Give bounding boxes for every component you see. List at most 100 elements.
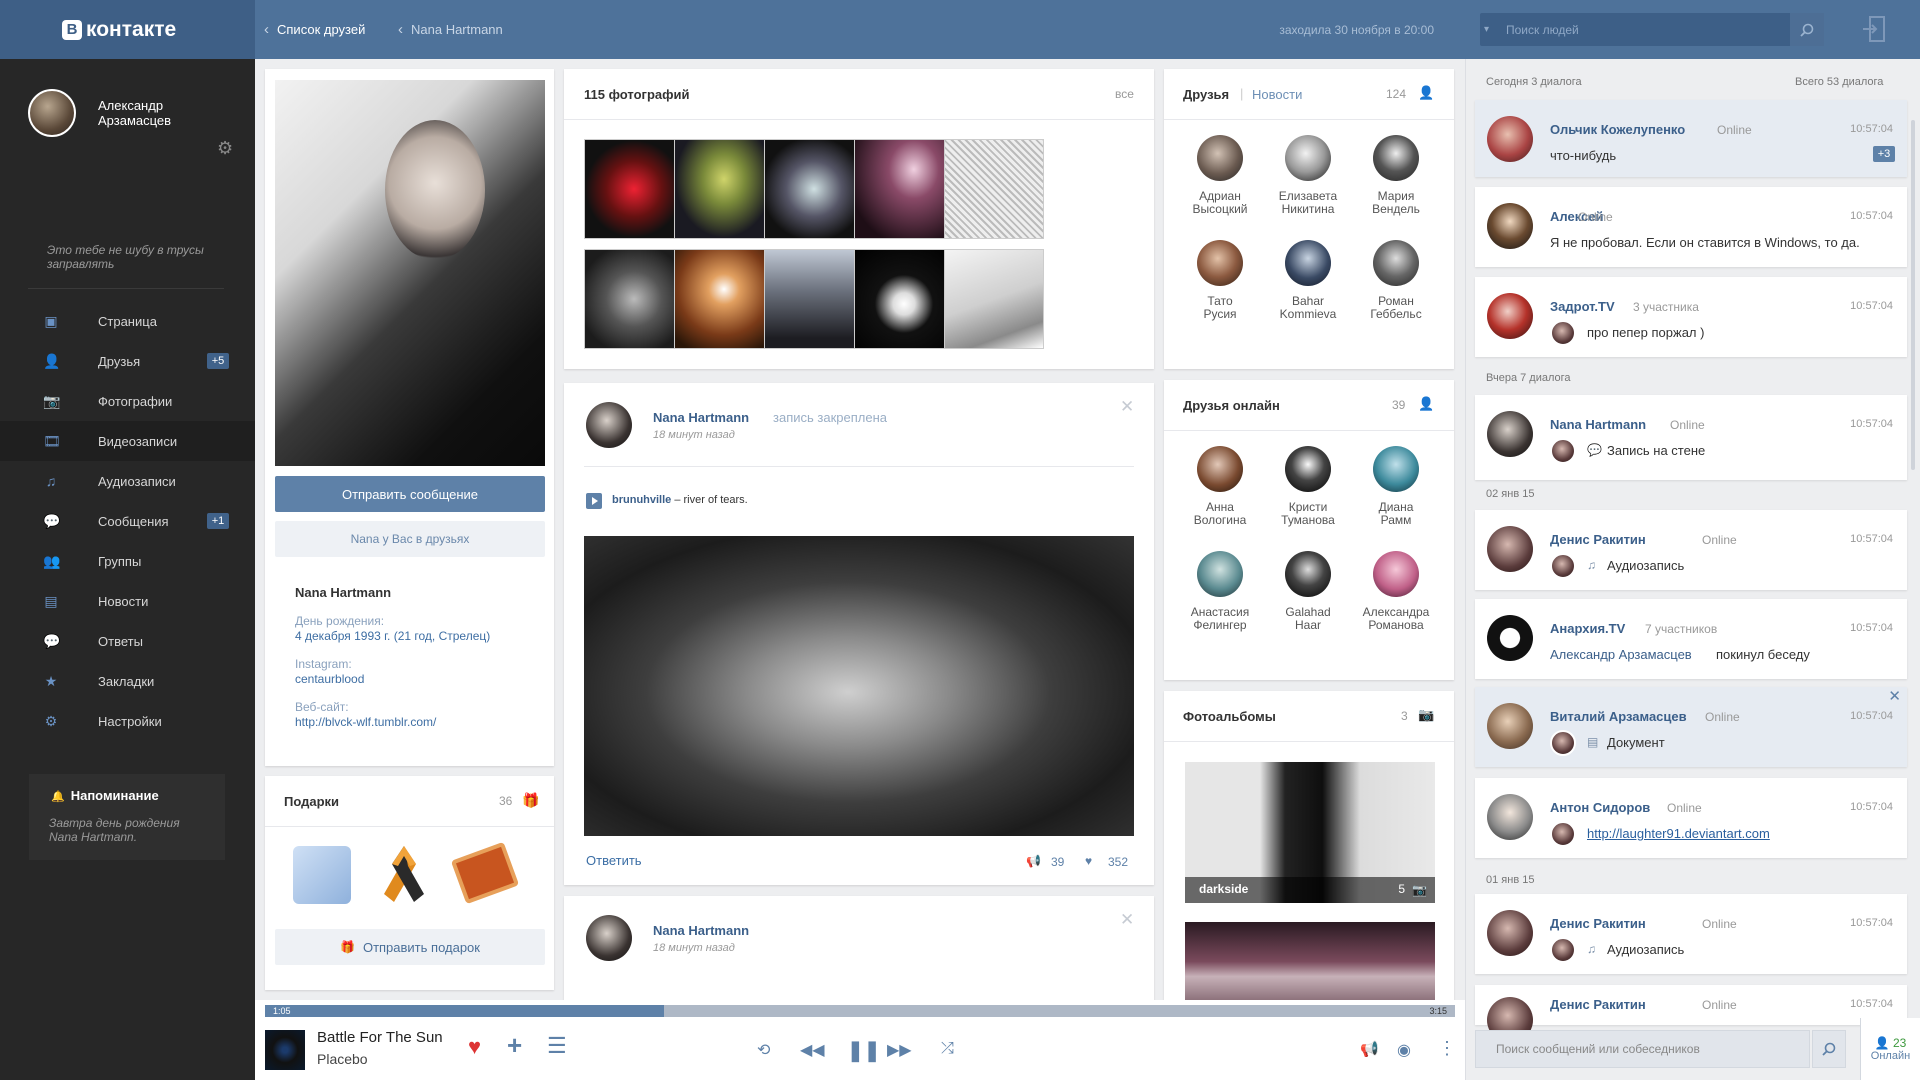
post-image[interactable] [584, 536, 1134, 836]
albums-title[interactable]: Фотоальбомы [1183, 709, 1276, 724]
playlist-icon[interactable]: ☰ [547, 1035, 567, 1057]
friend-status-button[interactable]: Nana у Вас в друзьях [275, 521, 545, 557]
dialog-item[interactable]: Алексей Online 10:57:04 Я не пробовал. Если… [1475, 187, 1907, 267]
friend-item[interactable]: Кристи Туманова [1264, 446, 1352, 527]
avatar[interactable] [1197, 551, 1243, 597]
post-author-avatar[interactable] [586, 402, 632, 448]
dialog-item[interactable]: Анархия.TV 7 участников 10:57:04 Александр … [1475, 599, 1907, 679]
avatar[interactable] [1285, 135, 1331, 181]
chevron-down-icon[interactable]: ▾ [1484, 24, 1489, 35]
friend-item[interactable]: Galahad Haar [1264, 551, 1352, 632]
photo-thumbnail[interactable] [944, 139, 1044, 239]
search-icon[interactable] [1790, 13, 1824, 46]
friend-item[interactable]: Анна Вологина [1176, 446, 1264, 527]
scrollbar[interactable] [1911, 120, 1915, 470]
dialog-message-user[interactable]: Александр Арзамасцев [1550, 647, 1692, 662]
player-progress-bar[interactable]: 1:05 3:15 [265, 1005, 1455, 1017]
sidebar-item-7[interactable]: ▤ Новости [0, 581, 255, 621]
sidebar-item-2[interactable]: 📷 Фотографии [0, 381, 255, 421]
dialog-name[interactable]: Виталий Арзамасцев [1550, 709, 1687, 724]
avatar[interactable] [1487, 794, 1533, 840]
gift-board[interactable] [450, 841, 520, 905]
photo-thumbnail[interactable] [764, 249, 864, 349]
photo-thumbnail[interactable] [674, 139, 774, 239]
tab-news[interactable]: Новости [1252, 87, 1302, 102]
avatar[interactable] [1373, 135, 1419, 181]
track-artist[interactable]: Placebo [317, 1051, 368, 1067]
gift-ribbon[interactable] [380, 844, 428, 906]
dialog-name[interactable]: Антон Сидоров [1550, 800, 1650, 815]
friend-item[interactable]: Мария Вендель [1352, 135, 1440, 216]
post-time[interactable]: 18 минут назад [653, 942, 735, 954]
instagram-link[interactable]: centaurblood [295, 672, 364, 686]
breadcrumb-friends-list[interactable]: ‹ Список друзей [264, 0, 365, 59]
avatar[interactable] [1487, 910, 1533, 956]
more-icon[interactable]: ⋮ [1438, 1038, 1456, 1059]
friend-item[interactable]: Bahar Kommieva [1264, 240, 1352, 321]
photos-title[interactable]: 115 фотографий [584, 87, 690, 102]
avatar[interactable] [1197, 446, 1243, 492]
breadcrumb-profile[interactable]: ‹ Nana Hartmann [398, 0, 503, 59]
post-author-name[interactable]: Nana Hartmann [653, 410, 749, 425]
dialog-name[interactable]: Денис Ракитин [1550, 997, 1646, 1012]
avatar[interactable] [1487, 411, 1533, 457]
avatar[interactable] [1487, 703, 1533, 749]
sidebar-item-10[interactable]: ⚙ Настройки [0, 701, 255, 741]
online-friends-title[interactable]: Друзья онлайн [1183, 398, 1280, 413]
play-icon[interactable] [586, 493, 602, 509]
dialog-name[interactable]: Nana Hartmann [1550, 417, 1646, 432]
current-user-name[interactable]: Александр Арзамасцев [98, 98, 208, 128]
dialog-item[interactable]: Ольчик Кожелупенко Online 10:57:04 что-нибу… [1475, 100, 1907, 177]
avatar[interactable] [1285, 446, 1331, 492]
dialog-item[interactable]: Денис Ракитин Online 10:57:04 ♫ Аудиозапись [1475, 894, 1907, 974]
photos-all-link[interactable]: все [1115, 87, 1134, 101]
post-time[interactable]: 18 минут назад [653, 429, 735, 441]
sidebar-item-1[interactable]: 👤 Друзья +5 [0, 341, 255, 381]
avatar[interactable] [1197, 240, 1243, 286]
dialog-message[interactable]: http://laughter91.deviantart.com [1587, 826, 1770, 841]
dialog-item[interactable]: Денис Ракитин Online 10:57:04 ♫ Аудиозапись [1475, 510, 1907, 590]
friend-item[interactable]: Анастасия Фелингер [1176, 551, 1264, 632]
dialog-item[interactable]: Задрот.TV 3 участника 10:57:04 про пепер по… [1475, 277, 1907, 357]
friend-item[interactable]: Елизавета Никитина [1264, 135, 1352, 216]
sidebar-item-8[interactable]: 💬 Ответы [0, 621, 255, 661]
send-gift-button[interactable]: 🎁 Отправить подарок [275, 929, 545, 965]
avatar[interactable] [1487, 203, 1533, 249]
shuffle-icon[interactable]: ⤮ [941, 1040, 954, 1058]
gifts-title[interactable]: Подарки [284, 794, 339, 809]
reply-link[interactable]: Ответить [586, 853, 642, 868]
dialog-search-input[interactable]: Поиск сообщений или собеседников [1475, 1030, 1810, 1068]
sidebar-item-4[interactable]: ♫ Аудиозаписи [0, 461, 255, 501]
heart-icon[interactable]: ♥ [1085, 854, 1092, 868]
sidebar-item-6[interactable]: 👥 Группы [0, 541, 255, 581]
repeat-icon[interactable]: ⟲ [757, 1040, 770, 1060]
website-link[interactable]: http://blvck-wlf.tumblr.com/ [295, 715, 436, 729]
online-counter[interactable]: 👤 23 Онлайн [1860, 1018, 1920, 1080]
dialog-name[interactable]: Денис Ракитин [1550, 532, 1646, 547]
dialog-name[interactable]: Денис Ракитин [1550, 916, 1646, 931]
friend-item[interactable]: Адриан Высоцкий [1176, 135, 1264, 216]
avatar[interactable] [1373, 551, 1419, 597]
avatar[interactable] [1285, 551, 1331, 597]
avatar[interactable] [1487, 615, 1533, 661]
dialog-name[interactable]: Задрот.TV [1550, 299, 1615, 314]
search-icon[interactable] [1812, 1030, 1846, 1068]
megaphone-icon[interactable]: 📢 [1026, 854, 1041, 868]
settings-gear-icon[interactable]: ⚙ [217, 139, 235, 157]
avatar[interactable] [1373, 240, 1419, 286]
track-title[interactable]: Battle For The Sun [317, 1029, 443, 1046]
avatar[interactable] [1487, 293, 1533, 339]
photo-thumbnail[interactable] [944, 249, 1044, 349]
avatar[interactable] [1197, 135, 1243, 181]
radio-icon[interactable]: ◉ [1397, 1040, 1411, 1060]
close-icon[interactable]: ✕ [1120, 397, 1134, 417]
photo-thumbnail[interactable] [674, 249, 774, 349]
friend-item[interactable]: Диана Рамм [1352, 446, 1440, 527]
dialog-item[interactable]: Виталий Арзамасцев Online 10:57:04 ▤ Докумен… [1475, 687, 1907, 767]
album-art[interactable] [265, 1030, 305, 1070]
sidebar-item-3[interactable]: 🎞 Видеозаписи [0, 421, 255, 461]
friend-item[interactable]: Тато Русия [1176, 240, 1264, 321]
avatar[interactable] [1487, 116, 1533, 162]
close-icon[interactable]: ✕ [1120, 910, 1134, 930]
album-cover-darkside[interactable]: darkside 5 📷 [1185, 762, 1435, 903]
